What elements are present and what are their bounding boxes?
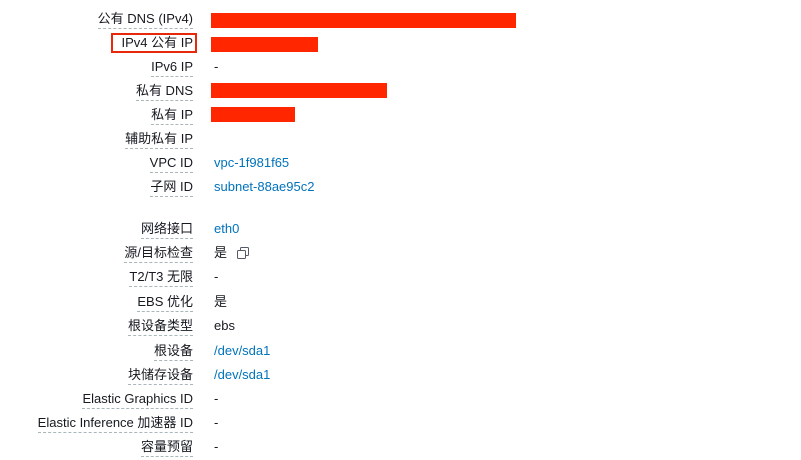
row-vpc-id: VPC ID vpc-1f981f65 xyxy=(0,152,801,176)
label-private-dns: 私有 DNS xyxy=(135,83,193,101)
label-secondary-private-ip: 辅助私有 IP xyxy=(125,131,193,149)
root-device-link[interactable]: /dev/sda1 xyxy=(214,343,270,359)
label-elastic-inference-id: Elastic Inference 加速器 ID xyxy=(37,415,193,433)
row-ebs-optimized: EBS 优化 是 xyxy=(0,291,801,315)
row-public-dns: 公有 DNS (IPv4) xyxy=(0,8,801,32)
value-elastic-inference-id: - xyxy=(214,415,219,430)
value-root-device-type: ebs xyxy=(214,318,235,333)
value-source-dest-check: 是 xyxy=(214,245,228,260)
row-root-device: 根设备 /dev/sda1 xyxy=(0,340,801,364)
label-ipv6-ip: IPv6 IP xyxy=(151,59,193,77)
value-t2t3-unlimited: - xyxy=(214,269,219,284)
label-block-devices: 块储存设备 xyxy=(127,367,193,385)
row-block-devices: 块储存设备 /dev/sda1 xyxy=(0,364,801,388)
label-root-device-type: 根设备类型 xyxy=(127,318,193,336)
row-secondary-private-ip: 辅助私有 IP xyxy=(0,128,801,152)
label-ebs-optimized: EBS 优化 xyxy=(137,294,193,312)
row-source-dest-check: 源/目标检查 是 xyxy=(0,242,801,266)
block-device-link[interactable]: /dev/sda1 xyxy=(214,367,270,383)
row-elastic-graphics-id: Elastic Graphics ID - xyxy=(0,388,801,412)
redacted-public-dns-value xyxy=(211,13,516,28)
row-capacity-reservation: 容量预留 - xyxy=(0,436,801,460)
label-network-interface: 网络接口 xyxy=(140,221,193,239)
value-ebs-optimized: 是 xyxy=(214,294,228,309)
label-t2t3-unlimited: T2/T3 无限 xyxy=(129,269,193,287)
label-source-dest-check: 源/目标检查 xyxy=(124,245,193,263)
value-ipv6-ip: - xyxy=(214,59,219,74)
value-source-dest-check-wrap: 是 xyxy=(214,245,250,261)
label-subnet-id: 子网 ID xyxy=(150,179,193,197)
row-private-ip: 私有 IP xyxy=(0,104,801,128)
highlight-box xyxy=(111,33,197,53)
row-network-interface: 网络接口 eth0 xyxy=(0,218,801,242)
row-root-device-type: 根设备类型 ebs xyxy=(0,315,801,339)
label-public-dns: 公有 DNS (IPv4) xyxy=(97,11,193,29)
network-interface-link[interactable]: eth0 xyxy=(214,221,239,237)
value-elastic-graphics-id: - xyxy=(214,391,219,406)
subnet-id-link[interactable]: subnet-88ae95c2 xyxy=(214,179,314,195)
copy-icon[interactable] xyxy=(237,247,250,259)
vpc-id-link[interactable]: vpc-1f981f65 xyxy=(214,155,289,171)
label-vpc-id: VPC ID xyxy=(149,155,193,173)
value-capacity-reservation: - xyxy=(214,439,219,454)
label-elastic-graphics-id: Elastic Graphics ID xyxy=(82,391,193,409)
label-root-device: 根设备 xyxy=(153,343,193,361)
row-t2t3-unlimited: T2/T3 无限 - xyxy=(0,266,801,290)
redacted-private-dns-value xyxy=(211,83,387,98)
row-ipv6-ip: IPv6 IP - xyxy=(0,56,801,80)
label-private-ip: 私有 IP xyxy=(151,107,193,125)
row-private-dns: 私有 DNS xyxy=(0,80,801,104)
redacted-ipv4-public-ip-value xyxy=(211,37,318,52)
redacted-private-ip-value xyxy=(211,107,295,122)
row-subnet-id: 子网 ID subnet-88ae95c2 xyxy=(0,176,801,200)
label-capacity-reservation: 容量预留 xyxy=(140,439,193,457)
row-elastic-inference-id: Elastic Inference 加速器 ID - xyxy=(0,412,801,436)
